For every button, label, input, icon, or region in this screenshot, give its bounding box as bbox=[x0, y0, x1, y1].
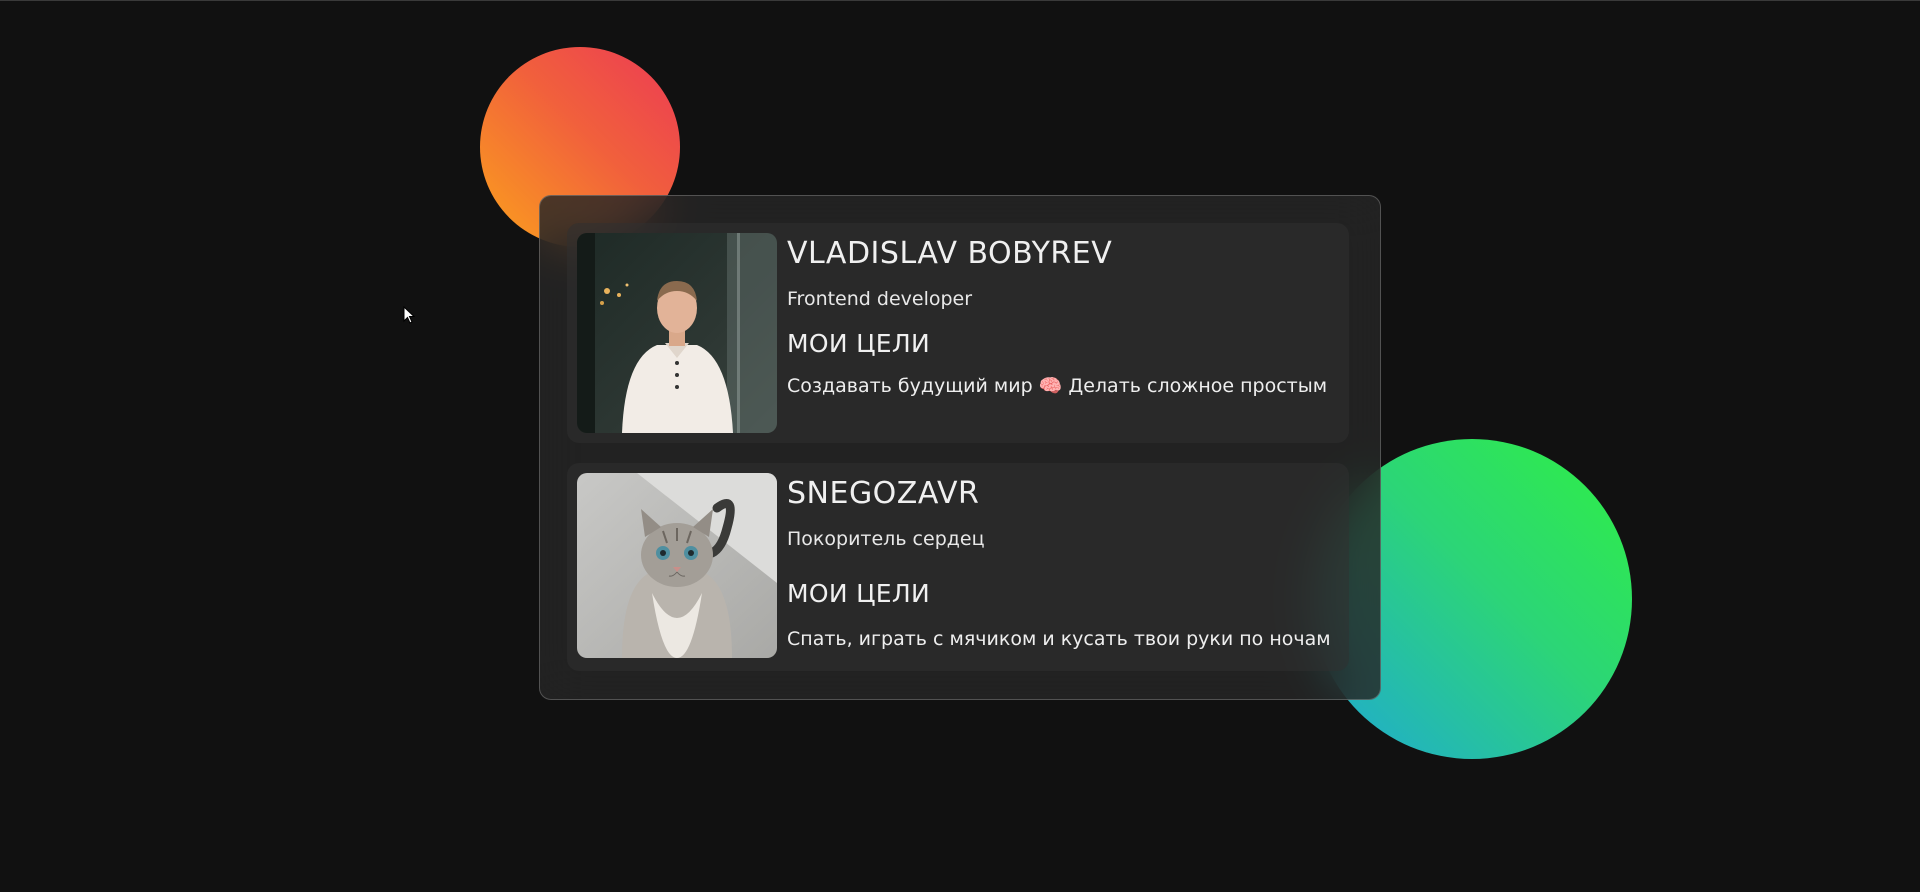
profile-info: SNEGOZAVR Покоритель сердец МОИ ЦЕЛИ Спа… bbox=[787, 473, 1331, 661]
man-portrait-icon bbox=[577, 233, 777, 433]
goals-heading: МОИ ЦЕЛИ bbox=[787, 329, 931, 358]
goals-heading: МОИ ЦЕЛИ bbox=[787, 579, 931, 608]
goals-text: Создавать будущий мир 🧠 Делать сложное п… bbox=[787, 375, 1328, 397]
profile-name: SNEGOZAVR bbox=[787, 476, 980, 511]
profile-photo-cat bbox=[577, 473, 777, 658]
cat-portrait-icon bbox=[577, 473, 777, 658]
profile-role: Покоритель сердец bbox=[787, 528, 985, 550]
mouse-cursor-icon bbox=[403, 306, 415, 324]
profile-info: VLADISLAV BOBYREV Frontend developer МОИ… bbox=[787, 233, 1327, 433]
profile-card: VLADISLAV BOBYREV Frontend developer МОИ… bbox=[567, 223, 1349, 443]
profile-name: VLADISLAV BOBYREV bbox=[787, 236, 1113, 271]
page: VLADISLAV BOBYREV Frontend developer МОИ… bbox=[0, 0, 1920, 892]
goals-text: Спать, играть с мячиком и кусать твои ру… bbox=[787, 628, 1331, 650]
glass-panel: VLADISLAV BOBYREV Frontend developer МОИ… bbox=[539, 195, 1381, 700]
profile-card: SNEGOZAVR Покоритель сердец МОИ ЦЕЛИ Спа… bbox=[567, 463, 1349, 671]
profile-role: Frontend developer bbox=[787, 288, 973, 310]
profile-photo-man bbox=[577, 233, 777, 433]
